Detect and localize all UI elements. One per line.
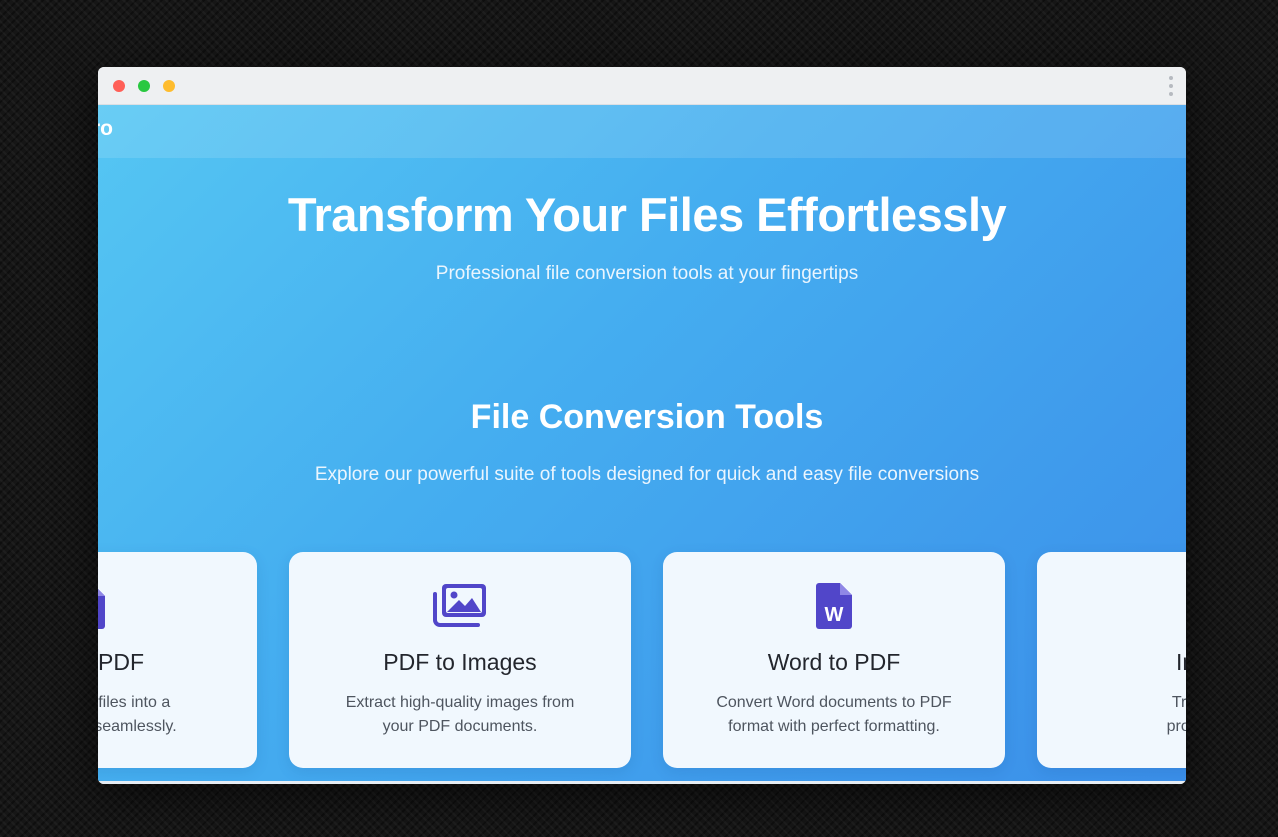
hero-title: Transform Your Files Effortlessly	[287, 188, 1007, 241]
tool-card-image[interactable]: Image Transform professiona	[1037, 552, 1186, 768]
window-menu-icon[interactable]	[1168, 76, 1174, 96]
site-logo[interactable]: ro	[98, 117, 113, 141]
navbar: ro	[98, 105, 1186, 158]
tools-section-title: File Conversion Tools	[470, 398, 824, 436]
word-file-icon: W	[663, 582, 1005, 630]
tool-card-to-pdf[interactable]: PDF PDF files into a t seamlessly.	[98, 552, 257, 768]
tool-card-word-to-pdf[interactable]: W Word to PDF Convert Word documents to …	[663, 552, 1005, 768]
card-description: Convert Word documents to PDF format wit…	[663, 691, 1005, 739]
browser-window: ro Transform Your Files Effortlessly Pro…	[98, 67, 1186, 784]
tools-section-subtitle: Explore our powerful suite of tools desi…	[314, 464, 980, 485]
card-description: Transform professiona	[1037, 691, 1186, 739]
card-title: PDF to Images	[383, 649, 537, 675]
card-description-line: Transform	[1171, 694, 1186, 711]
images-icon	[289, 582, 631, 628]
window-titlebar	[98, 67, 1186, 105]
card-title: PDF	[98, 649, 144, 675]
card-title: Image	[1176, 649, 1186, 675]
svg-text:W: W	[825, 604, 844, 626]
close-window-button[interactable]	[113, 80, 125, 92]
card-description-line: format with perfect formatting.	[728, 718, 940, 735]
card-description-line: professiona	[1166, 718, 1186, 735]
hero-subtitle: Professional file conversion tools at yo…	[435, 263, 859, 284]
card-description-line: Extract high-quality images from	[345, 694, 575, 711]
maximize-window-button[interactable]	[138, 80, 150, 92]
card-title: Word to PDF	[767, 649, 901, 675]
file-icon	[98, 582, 257, 630]
card-description: Extract high-quality images from your PD…	[289, 691, 631, 739]
card-description-line: t seamlessly.	[98, 718, 177, 735]
card-description-line: Convert Word documents to PDF	[716, 694, 952, 711]
minimize-window-button[interactable]	[163, 80, 175, 92]
card-description-line: your PDF documents.	[382, 718, 538, 735]
card-description: PDF files into a t seamlessly.	[98, 691, 257, 739]
window-bottom-edge	[98, 781, 1186, 784]
tool-card-pdf-to-images[interactable]: PDF to Images Extract high-quality image…	[289, 552, 631, 768]
page-viewport: ro Transform Your Files Effortlessly Pro…	[98, 105, 1186, 781]
card-description-line: PDF files into a	[98, 694, 171, 711]
